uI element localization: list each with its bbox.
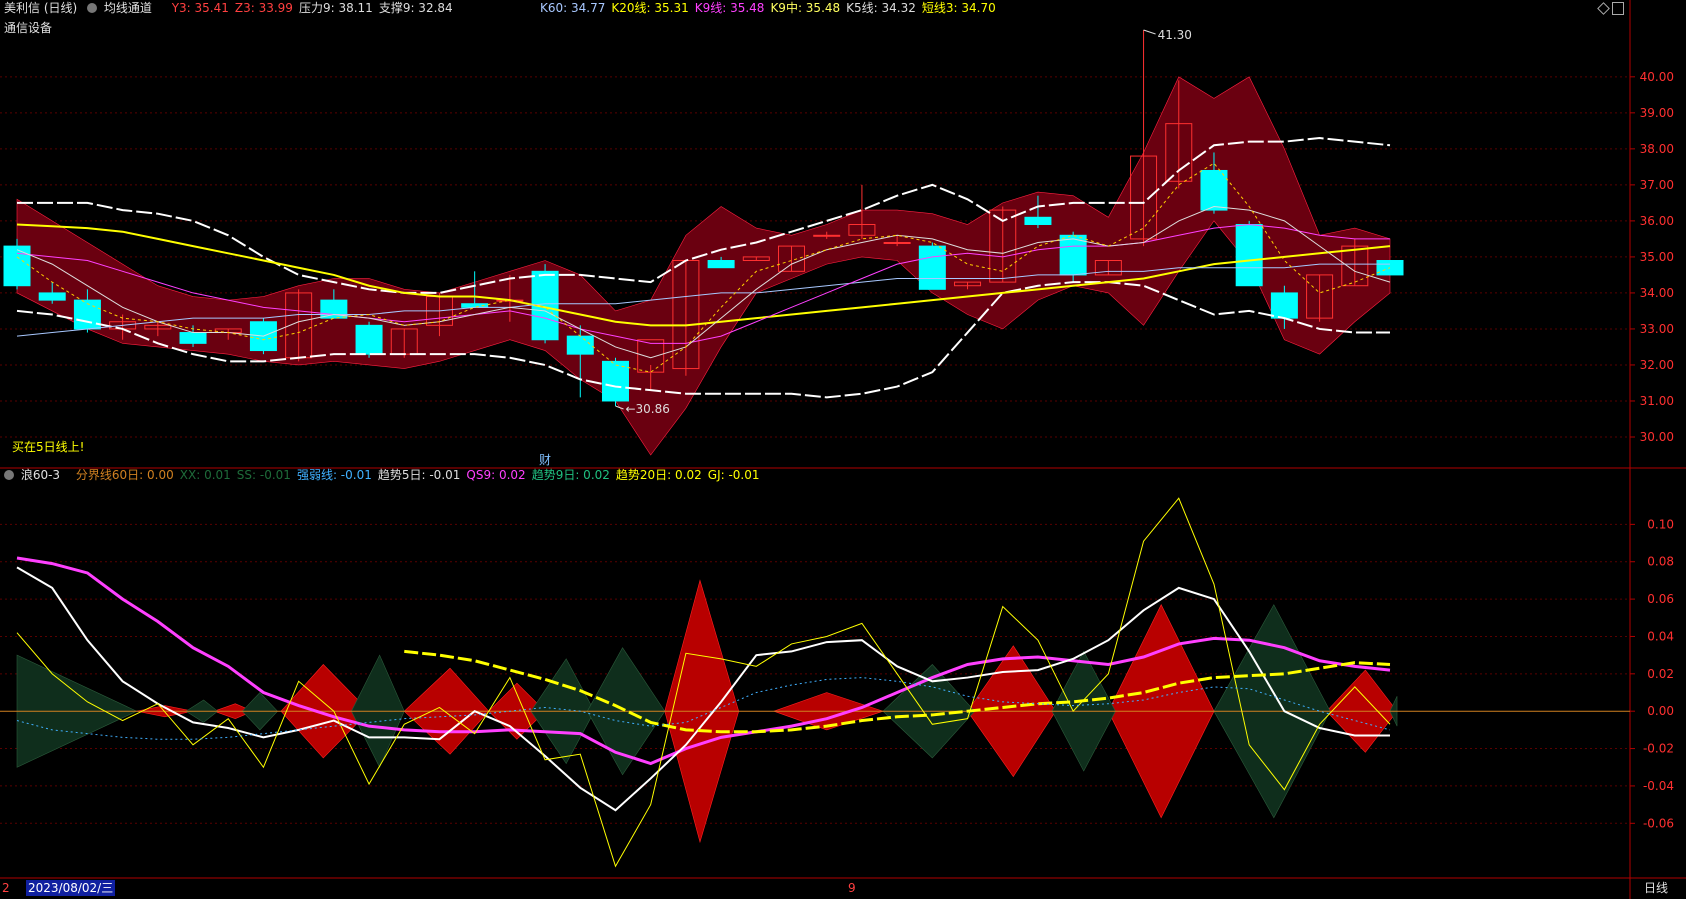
price-tick-label: 31.00	[1640, 394, 1674, 408]
candle-body	[355, 324, 383, 355]
candle-body	[848, 223, 876, 236]
candle-body	[38, 292, 66, 301]
fin-report-marker: 财	[539, 453, 551, 467]
indicator-tick-label: -0.04	[1643, 779, 1674, 793]
max-price-label: 41.30	[1158, 28, 1192, 42]
price-tick-label: 30.00	[1640, 430, 1674, 444]
period-label[interactable]: 日线	[1644, 880, 1668, 896]
price-tick-label: 35.00	[1640, 250, 1674, 264]
price-tick-label: 32.00	[1640, 358, 1674, 372]
price-tick-label: 39.00	[1640, 106, 1674, 120]
candle-body	[1270, 292, 1298, 319]
candle-body	[3, 245, 31, 287]
candle-body	[918, 245, 946, 290]
indicator-tick-label: 0.10	[1647, 517, 1674, 531]
footer-mark-mid: 9	[848, 881, 856, 895]
stock-chart[interactable]: 30.00 31.00 32.00 33.00 34.00 35.00 36.00 37.00…	[0, 0, 1686, 899]
min-price-label: ←30.86	[625, 402, 669, 416]
candle-body	[1306, 274, 1334, 319]
candle-body	[742, 256, 770, 262]
candle-body	[1341, 245, 1369, 287]
candle-body	[778, 245, 806, 272]
candle-body	[1094, 260, 1122, 276]
indicator-tick-label: 0.00	[1647, 704, 1674, 718]
price-tick-label: 34.00	[1640, 286, 1674, 300]
candle-body	[179, 332, 207, 344]
candle-body	[637, 339, 665, 373]
candle-body	[1200, 169, 1228, 211]
cursor-date: 2023/08/02/三	[26, 880, 116, 896]
candle-body	[566, 335, 594, 355]
candle-body	[601, 360, 629, 402]
indicator-tick-label: 0.04	[1647, 629, 1674, 643]
candle-body	[144, 324, 172, 330]
candle-body	[1165, 123, 1193, 182]
candle-body	[1024, 216, 1052, 225]
indicator-tick-label: 0.08	[1647, 555, 1674, 569]
candle-body	[883, 242, 911, 244]
candle-body	[813, 234, 841, 237]
candle-body	[954, 281, 982, 287]
indicator-tick-label: -0.02	[1643, 742, 1674, 756]
candle-body	[707, 260, 735, 269]
price-tick-label: 38.00	[1640, 142, 1674, 156]
footer-mark-left: 2	[2, 881, 10, 895]
indicator-tick-label: 0.02	[1647, 667, 1674, 681]
price-tick-label: 36.00	[1640, 214, 1674, 228]
candle-body	[1130, 155, 1158, 240]
price-tick-label: 40.00	[1640, 70, 1674, 84]
indicator-tick-label: -0.06	[1643, 816, 1674, 830]
max-pointer	[1143, 29, 1156, 35]
price-tick-label: 37.00	[1640, 178, 1674, 192]
price-tick-label: 33.00	[1640, 322, 1674, 336]
candle-body	[390, 328, 418, 355]
candle-body	[672, 260, 700, 370]
candle-body	[1235, 223, 1263, 287]
indicator-tick-label: 0.06	[1647, 592, 1674, 606]
candle-body	[214, 328, 242, 334]
